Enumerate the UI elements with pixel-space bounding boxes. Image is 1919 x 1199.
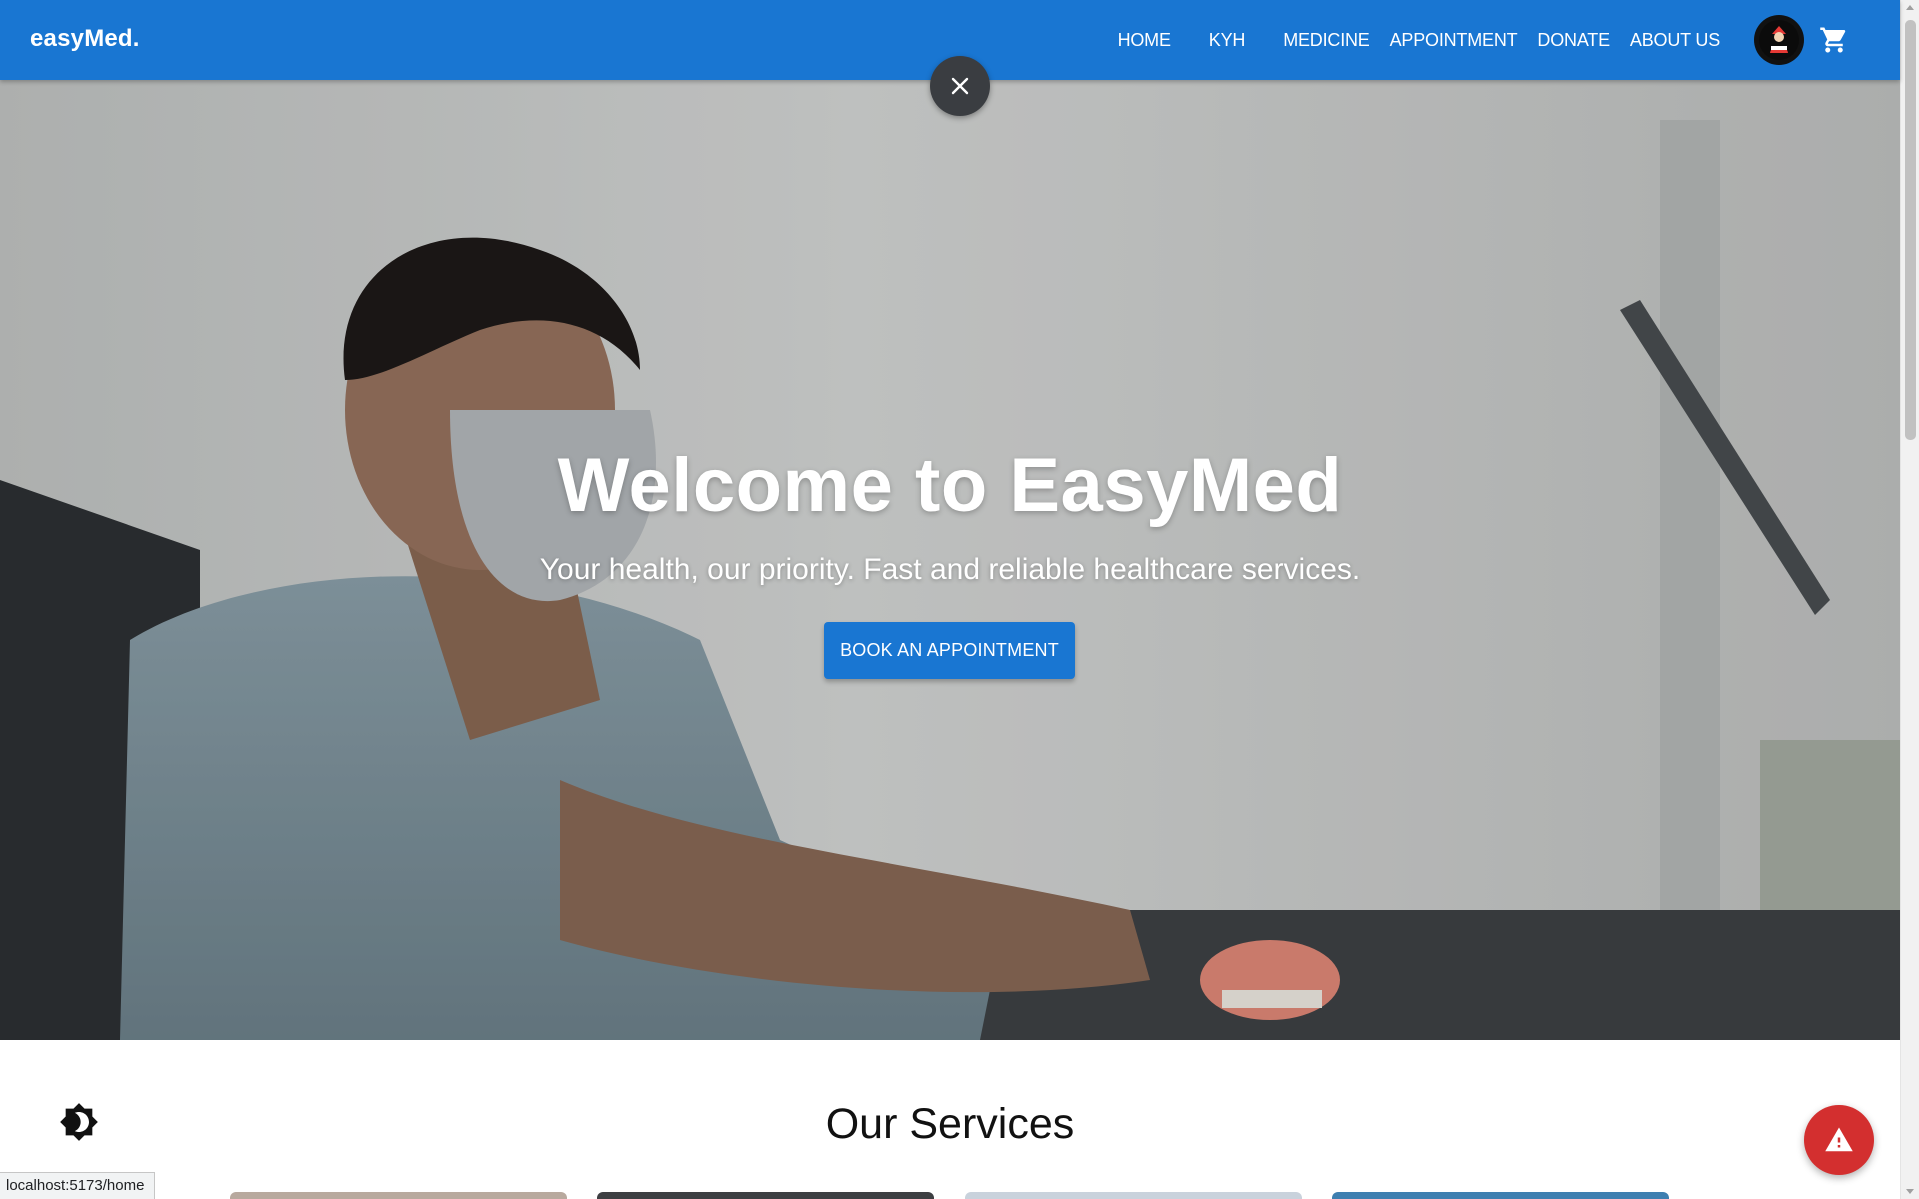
service-card[interactable] (965, 1192, 1302, 1199)
scrollbar-thumb[interactable] (1905, 20, 1916, 440)
service-card[interactable] (597, 1192, 934, 1199)
book-appointment-button[interactable]: BOOK AN APPOINTMENT (824, 622, 1075, 679)
nav-about-us[interactable]: ABOUT US (1620, 30, 1730, 51)
emergency-alert-button[interactable] (1804, 1105, 1874, 1175)
services-title: Our Services (825, 1100, 1075, 1148)
main-nav: HOME KYH MEDICINE APPOINTMENT DONATE ABO… (1108, 0, 1850, 80)
nav-medicine[interactable]: MEDICINE (1273, 30, 1379, 51)
nav-kyh[interactable]: KYH (1199, 30, 1255, 51)
avatar-image (1759, 20, 1799, 60)
user-avatar[interactable] (1754, 15, 1804, 65)
hero-title: Welcome to EasyMed (557, 443, 1343, 528)
warning-icon (1825, 1127, 1853, 1152)
close-icon (951, 77, 969, 95)
hero-subtitle: Your health, our priority. Fast and reli… (539, 553, 1361, 586)
page-scrollbar[interactable] (1900, 0, 1919, 1199)
nav-home[interactable]: HOME (1108, 30, 1181, 51)
nav-donate[interactable]: DONATE (1527, 30, 1619, 51)
service-card[interactable] (1332, 1192, 1669, 1199)
nav-appointment[interactable]: APPOINTMENT (1380, 30, 1528, 51)
scroll-down-arrow-icon[interactable] (1906, 1189, 1914, 1194)
theme-toggle-button[interactable] (58, 1101, 100, 1143)
brightness-icon (60, 1103, 98, 1141)
hero-section: Welcome to EasyMed Your health, our prio… (0, 80, 1900, 1040)
close-button[interactable] (930, 56, 990, 116)
shopping-cart-icon[interactable] (1818, 24, 1850, 56)
brand-logo[interactable]: easyMed. (30, 25, 140, 53)
service-card[interactable] (230, 1192, 567, 1199)
scroll-up-arrow-icon[interactable] (1906, 5, 1914, 10)
browser-status-url: localhost:5173/home (0, 1172, 156, 1199)
